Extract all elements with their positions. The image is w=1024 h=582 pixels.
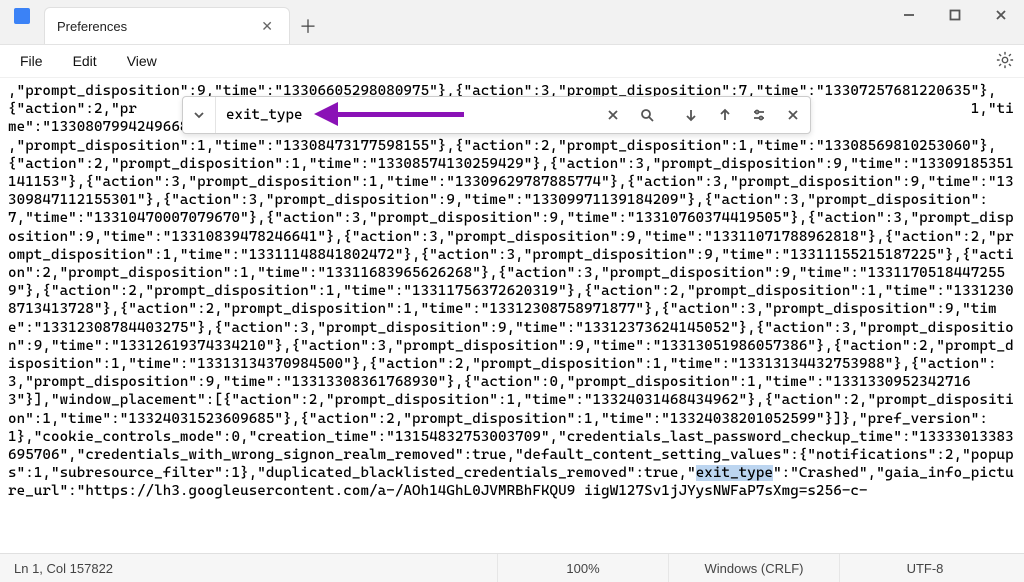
close-icon — [994, 8, 1008, 22]
search-icon — [640, 108, 654, 122]
menu-edit[interactable]: Edit — [63, 49, 107, 73]
find-search-button[interactable] — [630, 98, 664, 132]
tab-strip: Preferences ✕ ＋ — [44, 0, 326, 44]
settings-button[interactable] — [996, 51, 1014, 69]
minimize-icon — [902, 8, 916, 22]
find-expand-toggle[interactable] — [183, 97, 216, 133]
text-pre: ,"prompt_disposition":9,"time":"13306605… — [8, 83, 1024, 481]
new-tab-button[interactable]: ＋ — [290, 8, 326, 44]
text-body[interactable]: ,"prompt_disposition":9,"time":"13306605… — [0, 78, 1024, 552]
maximize-button[interactable] — [932, 0, 978, 30]
find-clear-button[interactable] — [596, 98, 630, 132]
find-prev-button[interactable] — [708, 98, 742, 132]
find-bar — [182, 96, 811, 134]
tab-label: Preferences — [57, 19, 127, 34]
close-button[interactable] — [978, 0, 1024, 30]
close-icon — [786, 108, 800, 122]
menu-bar: File Edit View — [0, 45, 1024, 78]
chevron-down-icon — [192, 108, 206, 122]
arrow-up-icon — [718, 108, 732, 122]
app-icon — [14, 8, 30, 24]
status-cursor[interactable]: Ln 1, Col 157822 — [14, 561, 113, 576]
status-bar: Ln 1, Col 157822 100% Windows (CRLF) UTF… — [0, 553, 1024, 582]
maximize-icon — [948, 8, 962, 22]
x-icon — [606, 108, 620, 122]
tab-preferences[interactable]: Preferences ✕ — [44, 7, 290, 44]
arrow-down-icon — [684, 108, 698, 122]
search-match-highlight: exit_type — [696, 465, 773, 481]
status-encoding[interactable]: UTF-8 — [839, 554, 1010, 582]
find-options-button[interactable] — [742, 98, 776, 132]
window-controls — [886, 0, 1024, 30]
find-next-button[interactable] — [674, 98, 708, 132]
app-window: { "title": { "tab_label": "Preferences" … — [0, 0, 1024, 582]
tab-close-icon[interactable]: ✕ — [257, 16, 277, 37]
gear-icon — [996, 51, 1014, 69]
editor-area[interactable]: ,"prompt_disposition":9,"time":"13306605… — [0, 78, 1024, 552]
menu-view[interactable]: View — [117, 49, 167, 73]
title-bar: Preferences ✕ ＋ — [0, 0, 1024, 45]
find-close-button[interactable] — [776, 98, 810, 132]
sliders-icon — [752, 108, 766, 122]
menu-file[interactable]: File — [10, 49, 53, 73]
status-zoom[interactable]: 100% — [497, 554, 668, 582]
minimize-button[interactable] — [886, 0, 932, 30]
find-input[interactable] — [216, 99, 596, 131]
status-line-ending[interactable]: Windows (CRLF) — [668, 554, 839, 582]
